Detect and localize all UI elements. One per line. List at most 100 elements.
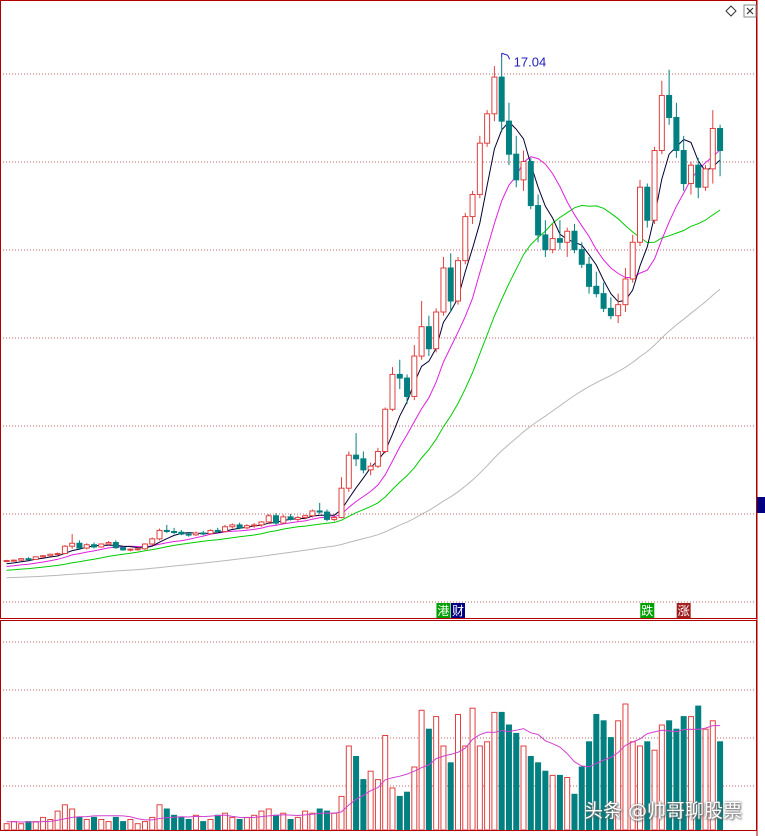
candle-body [98, 543, 105, 548]
volume-bar [178, 816, 185, 831]
close-icon[interactable] [743, 4, 757, 18]
candle-body [651, 150, 658, 221]
volume-bar [40, 816, 47, 831]
volume-bar [76, 816, 83, 831]
volume-bar [571, 793, 578, 831]
volume-bar [61, 804, 68, 831]
volume-bar [323, 810, 330, 831]
candlestick [207, 529, 214, 535]
volume-bar [83, 819, 90, 831]
candle-body [382, 408, 389, 453]
candle-body [229, 524, 236, 528]
volume-bar [18, 823, 25, 831]
candle-body [695, 164, 702, 188]
volume-bar [3, 823, 10, 831]
candle-body [687, 164, 694, 185]
candle-body [622, 278, 629, 306]
volume-bar [389, 787, 396, 831]
price-scale-marker [757, 497, 765, 513]
candlestick [47, 553, 54, 557]
candle-body [40, 555, 47, 558]
volume-bar [411, 766, 418, 831]
volume-bar [491, 711, 498, 831]
candle-body [447, 267, 454, 302]
volume-bar [105, 821, 112, 831]
candle-body [236, 524, 243, 529]
event-marker-label: 涨 [678, 603, 690, 618]
candle-body [491, 76, 498, 115]
candlestick [433, 308, 440, 353]
volume-bar [265, 808, 272, 831]
candle-body [192, 532, 199, 536]
candle-body [76, 542, 83, 549]
volume-bar [163, 808, 170, 831]
candle-body [294, 517, 301, 520]
peak-price-label: 17.04 [514, 54, 547, 69]
candle-body [287, 516, 294, 520]
volume-bar [447, 762, 454, 831]
volume-bar [134, 823, 141, 831]
candlestick [3, 559, 10, 563]
volume-bar [382, 735, 389, 831]
candle-body [69, 542, 76, 547]
volume-bar [331, 812, 338, 831]
candle-body [564, 230, 571, 243]
candle-body [658, 94, 665, 151]
event-marker-label: 跌 [641, 603, 653, 618]
candle-body [389, 373, 396, 410]
candle-body [18, 558, 25, 561]
candle-body [549, 238, 556, 251]
volume-bar [505, 724, 512, 831]
candlestick [149, 537, 156, 546]
volume-bar [418, 709, 425, 831]
candle-body [112, 542, 119, 549]
volume-bar [10, 821, 17, 831]
volume-bar [287, 819, 294, 831]
stock-chart[interactable]: 港财 跌 涨 17.04 [0, 0, 765, 836]
candle-body [200, 532, 207, 535]
candle-body [455, 260, 461, 302]
candle-body [207, 529, 214, 535]
watermark-text: 头条 @帅哥聊股票 [584, 800, 743, 822]
candle-body [149, 538, 156, 545]
candle-body [607, 307, 614, 317]
volume-bar [462, 745, 469, 831]
candle-body [644, 186, 651, 221]
volume-bar [338, 795, 345, 831]
event-marker-label: 财 [452, 604, 464, 618]
volume-bar [396, 795, 403, 831]
event-marker-label: 港 [437, 604, 449, 618]
candle-body [258, 521, 265, 526]
candle-body [353, 454, 360, 460]
volume-bar [214, 814, 221, 831]
candle-body [222, 526, 229, 533]
candle-body [462, 216, 469, 262]
volume-bar [273, 814, 279, 831]
candle-body [505, 120, 512, 155]
candlestick [32, 556, 39, 560]
volume-bar [98, 819, 105, 831]
candle-body [280, 516, 287, 524]
volume-bar [258, 810, 265, 831]
volume-bar [32, 821, 39, 831]
volume-bar [556, 774, 563, 831]
candle-body [178, 531, 185, 535]
candle-body [571, 230, 578, 251]
candle-body [309, 510, 316, 517]
candle-body [629, 241, 636, 280]
volume-bar [200, 821, 207, 831]
volume-bar [535, 762, 542, 831]
volume-bar [440, 745, 447, 831]
candlestick [455, 256, 461, 305]
candlestick [651, 146, 658, 224]
candle-body [10, 559, 17, 562]
candle-body [717, 127, 724, 152]
candlestick [141, 543, 148, 550]
candlestick [637, 179, 643, 246]
candle-body [374, 451, 381, 467]
volume-bar [69, 808, 76, 831]
candle-body [302, 515, 309, 519]
candle-body [476, 142, 483, 196]
candle-body [615, 304, 622, 317]
volume-bar [120, 821, 127, 831]
